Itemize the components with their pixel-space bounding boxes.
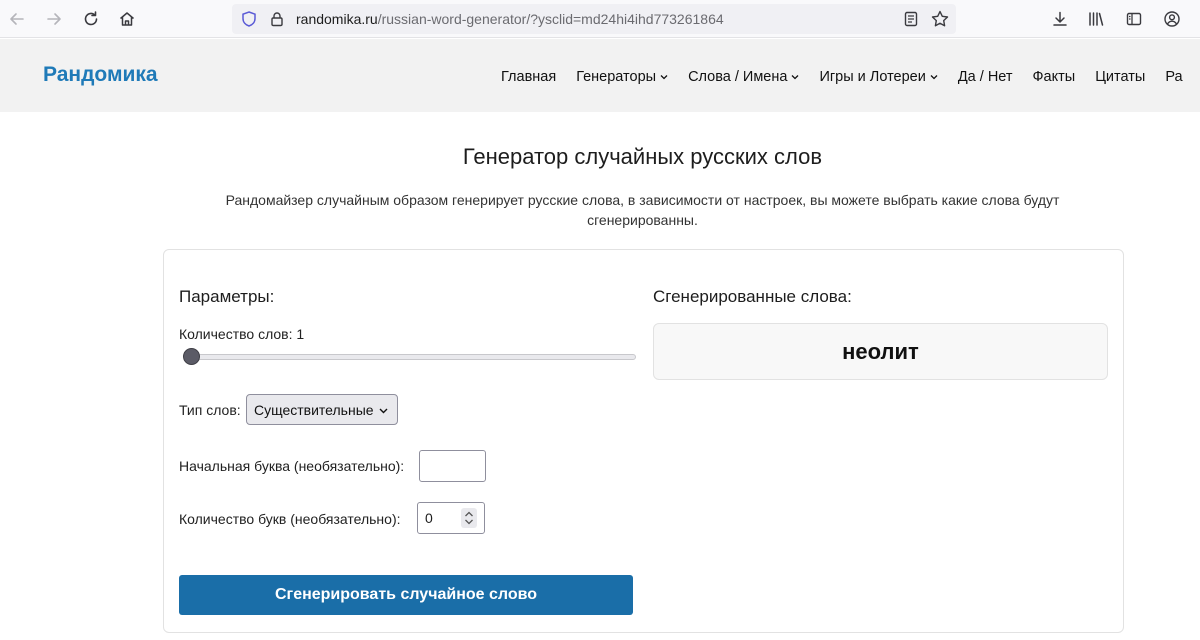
url-bar[interactable]: randomika.ru/russian-word-generator/?ysc… [232,4,956,34]
slider-thumb[interactable] [183,348,200,365]
downloads-icon[interactable] [1048,7,1072,31]
menu-item-generators[interactable]: Генераторы [576,67,668,87]
menu-item-label: Цитаты [1095,69,1146,85]
params-title: Параметры: [179,287,275,306]
result-title: Сгенерированные слова: [653,287,852,306]
menu-item-words-names[interactable]: Слова / Имена [688,67,799,87]
account-icon[interactable] [1160,7,1184,31]
reader-view-icon[interactable] [902,10,920,28]
home-icon[interactable] [115,7,139,31]
lock-icon[interactable] [268,10,286,28]
chevron-down-icon [791,75,799,80]
chevron-down-icon [660,75,668,80]
chevron-down-icon [930,75,938,80]
start-letter-label: Начальная буква (необязательно): [179,458,405,474]
menu-item-yes-no[interactable]: Да / Нет [958,67,1013,87]
menu-item-home[interactable]: Главная [501,67,556,87]
site-header: Рандомика Главная Генераторы Слова / Име… [0,39,1200,112]
reload-icon[interactable] [79,7,103,31]
menu-item-label: Факты [1032,69,1076,85]
menu-item-label: Слова / Имена [688,69,788,85]
url-text[interactable]: randomika.ru/russian-word-generator/?ysc… [296,11,724,27]
menu-item-label: Генераторы [576,69,657,85]
chevron-down-icon [379,408,388,414]
letter-count-value: 0 [425,510,433,526]
word-type-label: Тип слов: [179,402,241,418]
forward-arrow-icon[interactable] [42,7,66,31]
site-logo[interactable]: Рандомика [43,63,158,87]
menu-item-label: Ра [1165,69,1183,85]
page-title: Генератор случайных русских слов [462,144,823,169]
generator-card: Параметры: Количество слов: 1 Тип слов: … [163,249,1124,633]
generated-word-box: неолит [653,323,1108,380]
browser-toolbar: randomika.ru/russian-word-generator/?ysc… [0,0,1200,38]
letter-count-input[interactable]: 0 [417,502,485,534]
bookmark-star-icon[interactable] [930,9,950,29]
menu-item-quotes[interactable]: Цитаты [1095,67,1145,87]
start-letter-input[interactable] [419,450,486,482]
menu-item-label: Да / Нет [957,69,1013,85]
shield-icon[interactable] [240,10,258,28]
generated-word: неолит [842,338,919,364]
generate-button[interactable]: Сгенерировать случайное слово [179,575,633,615]
word-type-selected: Существительные [254,401,374,418]
word-count-slider[interactable] [184,354,636,360]
menu-item-more[interactable]: Ра [1165,67,1182,87]
menu-item-games-lotteries[interactable]: Игры и Лотереи [819,67,938,87]
back-arrow-icon[interactable] [5,7,29,31]
sidebar-icon[interactable] [1122,7,1146,31]
url-path: /russian-word-generator/?ysclid=md24hi4i… [377,11,724,27]
library-icon[interactable] [1084,7,1108,31]
menu-item-label: Главная [501,69,557,85]
spinner-arrows-icon[interactable] [461,508,477,528]
menu-item-facts[interactable]: Факты [1033,67,1076,87]
word-count-label: Количество слов: 1 [179,326,305,342]
page-description: Рандомайзер случайным образом генерирует… [225,192,1060,228]
letter-count-label: Количество букв (необязательно): [179,511,401,527]
menu-item-label: Игры и Лотереи [819,69,926,85]
word-type-select[interactable]: Существительные [246,394,398,425]
main-menu: Главная Генераторы Слова / Имена Игры и … [501,67,1200,87]
url-domain: randomika.ru [296,11,378,27]
